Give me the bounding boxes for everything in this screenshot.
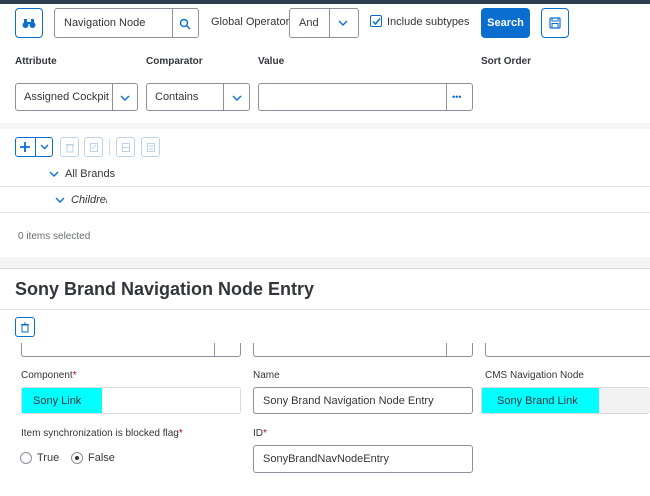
chevron-down-icon bbox=[40, 144, 49, 150]
sort-order-header: Sort Order bbox=[481, 56, 532, 67]
chevron-down-icon bbox=[120, 95, 130, 101]
comparator-select[interactable]: Contains bbox=[146, 83, 250, 111]
sync-label: Item synchronization is blocked flag* bbox=[21, 428, 183, 439]
search-button[interactable]: Search bbox=[481, 8, 530, 38]
tree-item-label: All Brands bbox=[65, 168, 116, 180]
chevron-down-icon bbox=[338, 20, 348, 26]
delete-button[interactable] bbox=[60, 137, 79, 157]
tree-row[interactable]: All Brands bbox=[0, 163, 650, 187]
edit-icon bbox=[89, 142, 98, 152]
name-value: Sony Brand Navigation Node Entry bbox=[263, 394, 434, 407]
cms-node-field[interactable]: Sony Brand Link bbox=[481, 387, 650, 414]
editor-title: Sony Brand Navigation Node Entry bbox=[15, 279, 315, 299]
comparator-header: Comparator bbox=[146, 56, 203, 67]
operator-select[interactable]: And bbox=[289, 8, 359, 38]
required-mark: * bbox=[178, 428, 183, 439]
checkmark-icon bbox=[372, 18, 381, 26]
component-field[interactable]: Sony Link bbox=[21, 387, 241, 414]
editor-delete-button[interactable] bbox=[15, 317, 35, 337]
chevron-down-icon[interactable] bbox=[55, 197, 65, 204]
include-subtypes-label: Include subtypes bbox=[387, 16, 470, 28]
title-divider bbox=[0, 309, 650, 310]
component-value: Sony Link bbox=[33, 394, 82, 407]
toolbar-separator bbox=[109, 139, 110, 155]
tree-item-label: Children bbox=[71, 194, 107, 206]
binoculars-icon bbox=[22, 19, 36, 28]
name-label: Name bbox=[253, 370, 280, 381]
cms-node-value: Sony Brand Link bbox=[497, 394, 578, 407]
radio-false-label: False bbox=[88, 452, 115, 464]
radio-true[interactable] bbox=[20, 452, 32, 464]
plus-icon bbox=[20, 142, 30, 152]
attribute-value: Assigned Cockpit Ite bbox=[24, 91, 111, 103]
move-button[interactable] bbox=[116, 137, 135, 157]
tree-row[interactable]: Children bbox=[0, 188, 650, 213]
name-field[interactable]: Sony Brand Navigation Node Entry bbox=[253, 387, 473, 414]
operator-value: And bbox=[299, 17, 319, 29]
editor-panel: Sony Brand Navigation Node Entry Compone… bbox=[0, 268, 650, 496]
search-icon[interactable] bbox=[179, 18, 191, 30]
value-header: Value bbox=[258, 56, 285, 67]
required-mark: * bbox=[72, 370, 77, 381]
type-search-value: Navigation Node bbox=[64, 17, 146, 29]
chevron-down-icon bbox=[232, 95, 242, 101]
required-mark: * bbox=[263, 428, 267, 439]
save-icon bbox=[549, 17, 561, 29]
trash-icon bbox=[21, 322, 29, 332]
selection-status: 0 items selected bbox=[18, 231, 91, 242]
results-panel: All Brands Children 0 items selected bbox=[0, 129, 650, 257]
search-mode-button[interactable] bbox=[15, 8, 43, 38]
operator-label: Global Operator: bbox=[211, 16, 293, 28]
prev-field[interactable] bbox=[253, 343, 473, 357]
prev-field[interactable] bbox=[21, 343, 241, 357]
attribute-header: Attribute bbox=[15, 56, 57, 67]
move-icon bbox=[121, 142, 130, 152]
trash-icon bbox=[65, 143, 74, 152]
list-icon bbox=[146, 142, 155, 152]
cms-node-label: CMS Navigation Node bbox=[485, 370, 584, 381]
type-search-field[interactable]: Navigation Node bbox=[54, 8, 199, 38]
radio-true-label: True bbox=[37, 452, 60, 464]
edit-button[interactable] bbox=[84, 137, 103, 157]
include-subtypes-checkbox[interactable] bbox=[370, 15, 382, 27]
component-label: Component* bbox=[21, 370, 77, 381]
id-value: SonyBrandNavNodeEntry bbox=[263, 453, 389, 465]
more-options-icon[interactable]: ••• bbox=[452, 84, 461, 110]
id-label: ID* bbox=[253, 428, 267, 439]
search-panel: Navigation Node Global Operator: And Inc… bbox=[0, 4, 650, 123]
attribute-select[interactable]: Assigned Cockpit Ite bbox=[15, 83, 138, 111]
radio-false[interactable] bbox=[71, 452, 83, 464]
prev-field[interactable] bbox=[485, 343, 650, 357]
add-menu-button[interactable] bbox=[15, 137, 53, 157]
comparator-value: Contains bbox=[155, 91, 199, 103]
value-input[interactable]: ••• bbox=[258, 83, 473, 111]
list-button[interactable] bbox=[141, 137, 160, 157]
chevron-down-icon[interactable] bbox=[49, 171, 59, 178]
save-search-button[interactable] bbox=[541, 8, 569, 38]
id-field[interactable]: SonyBrandNavNodeEntry bbox=[253, 445, 473, 473]
